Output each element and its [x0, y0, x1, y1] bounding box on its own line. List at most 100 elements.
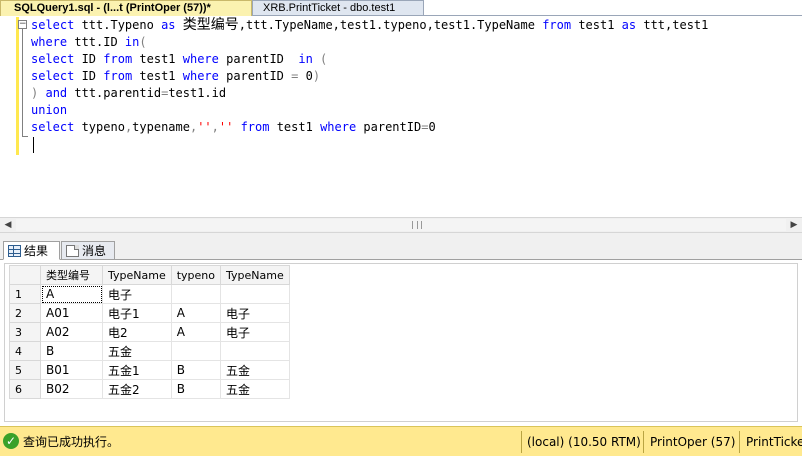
results-pane: 类型编号 TypeName typeno TypeName 1 A 电子 2 A01 电子… [0, 261, 802, 424]
sql-token: parentID [356, 120, 422, 134]
sql-keyword: from [103, 69, 133, 83]
code-line[interactable]: select ttt.Typeno as 类型编号,ttt.TypeName,t… [31, 17, 708, 34]
row-number[interactable]: 6 [9, 379, 41, 399]
grid-header-row: 类型编号 TypeName typeno TypeName [9, 265, 290, 285]
table-row[interactable]: 6 B02 五金2 B 五金 [9, 379, 290, 399]
grid-icon [8, 245, 21, 257]
grid-cell[interactable]: 电子1 [102, 303, 172, 323]
grid-cell[interactable]: A [170, 322, 222, 342]
grid-cell[interactable]: A01 [40, 303, 103, 323]
sql-token: ) [312, 69, 321, 83]
tab-messages[interactable]: 消息 [61, 241, 115, 260]
collapse-icon[interactable]: − [18, 20, 27, 29]
scrollbar-thumb[interactable] [16, 219, 786, 231]
table-row[interactable]: 4 B 五金 [9, 341, 290, 361]
code-line[interactable]: where ttt.ID in( [31, 34, 708, 51]
column-header[interactable]: 类型编号 [40, 265, 103, 285]
sql-keyword: from [240, 120, 270, 134]
grid-cell[interactable]: B01 [40, 360, 103, 380]
grid-cell[interactable] [170, 341, 222, 361]
status-divider [521, 431, 522, 453]
grid-cell[interactable]: B [170, 360, 222, 380]
sql-code[interactable]: select ttt.Typeno as 类型编号,ttt.TypeName,t… [31, 17, 708, 136]
row-number[interactable]: 2 [9, 303, 41, 323]
grid-cell[interactable]: 五金 [220, 379, 290, 399]
grid-cell[interactable]: A02 [40, 322, 103, 342]
row-number[interactable]: 3 [9, 322, 41, 342]
tab-results-label: 结果 [24, 244, 49, 258]
column-header[interactable]: typeno [170, 265, 222, 285]
sql-keyword: select [31, 18, 75, 32]
table-row[interactable]: 2 A01 电子1 A 电子 [9, 303, 290, 323]
grid-cell[interactable] [220, 284, 290, 304]
sql-token: ( [320, 52, 328, 66]
results-grid[interactable]: 类型编号 TypeName typeno TypeName 1 A 电子 2 A01 电子… [9, 265, 290, 399]
sql-token: typeno [74, 120, 125, 134]
pane-splitter[interactable] [0, 233, 802, 240]
grid-cell[interactable]: B02 [40, 379, 103, 399]
sql-token: ,ttt.TypeName,test1.typeno,test1.TypeNam… [238, 18, 543, 32]
sql-token: ID [74, 52, 104, 66]
grid-corner[interactable] [9, 265, 41, 285]
grid-cell[interactable]: B [40, 341, 103, 361]
status-server: (local) (10.50 RTM) [527, 435, 641, 449]
sql-keyword: union [31, 103, 68, 117]
grid-cell[interactable]: 电子 [220, 303, 290, 323]
sql-token: test1 [269, 120, 321, 134]
sql-keyword: where [182, 69, 219, 83]
sql-token: ID [74, 69, 104, 83]
sql-token: ttt.ID [67, 35, 125, 49]
grid-cell[interactable]: 五金 [102, 341, 172, 361]
grid-cell[interactable]: A [170, 303, 222, 323]
grid-cell[interactable]: 电子 [102, 284, 172, 304]
grid-cell[interactable]: 五金2 [102, 379, 172, 399]
status-user: PrintOper (57) [650, 435, 736, 449]
sql-keyword: in [298, 52, 313, 66]
tab-results[interactable]: 结果 [3, 241, 60, 260]
sql-token: '' [197, 120, 212, 134]
code-line[interactable]: union [31, 102, 708, 119]
grid-cell[interactable] [170, 284, 222, 304]
sql-token: test1 [571, 18, 622, 32]
grid-cell[interactable]: 电2 [102, 322, 172, 342]
code-line[interactable]: ) and ttt.parentid=test1.id [31, 85, 708, 102]
sql-keyword: in [124, 35, 140, 49]
grid-cell[interactable]: A [40, 284, 103, 304]
grid-cell[interactable]: 电子 [220, 322, 290, 342]
table-row[interactable]: 1 A 电子 [9, 284, 290, 304]
column-header[interactable]: TypeName [220, 265, 290, 285]
scroll-left-arrow-icon[interactable]: ◀ [0, 218, 16, 232]
sql-token: 0 [298, 69, 313, 83]
sql-token: ttt.parentid [67, 86, 162, 100]
sql-token: parentID [218, 69, 292, 83]
sql-token: test1 [132, 52, 183, 66]
row-number[interactable]: 4 [9, 341, 41, 361]
code-line[interactable]: select ID from test1 where parentID in ( [31, 51, 708, 68]
grid-cell[interactable]: 五金 [220, 360, 290, 380]
grid-cell[interactable]: B [170, 379, 222, 399]
status-database: PrintTicket [746, 435, 802, 449]
text-caret [33, 137, 34, 153]
row-number[interactable]: 5 [9, 360, 41, 380]
grid-cell[interactable] [220, 341, 290, 361]
sql-keyword: select [31, 52, 75, 66]
row-number[interactable]: 1 [9, 284, 41, 304]
table-row[interactable]: 3 A02 电2 A 电子 [9, 322, 290, 342]
column-header[interactable]: TypeName [102, 265, 172, 285]
code-line[interactable]: select ID from test1 where parentID = 0) [31, 68, 708, 85]
sql-keyword: select [31, 120, 75, 134]
sql-token: ttt.Typeno [74, 18, 162, 32]
status-divider [739, 431, 740, 453]
grid-cell[interactable]: 五金1 [102, 360, 172, 380]
editor-horizontal-scrollbar[interactable]: ◀ ▶ [0, 217, 802, 233]
query-editor[interactable]: − select ttt.Typeno as 类型编号,ttt.TypeName… [0, 17, 802, 217]
tab-printticket-table[interactable]: XRB.PrintTicket - dbo.test1 [252, 0, 424, 16]
code-line[interactable]: select typeno,typename,'','' from test1 … [31, 119, 708, 136]
success-check-icon: ✓ [3, 433, 19, 449]
sql-keyword: from [542, 18, 572, 32]
tab-sqlquery1[interactable]: SQLQuery1.sql - (l...t (PrintOper (57))* [0, 0, 252, 16]
scroll-right-arrow-icon[interactable]: ▶ [786, 218, 802, 232]
table-row[interactable]: 5 B01 五金1 B 五金 [9, 360, 290, 380]
